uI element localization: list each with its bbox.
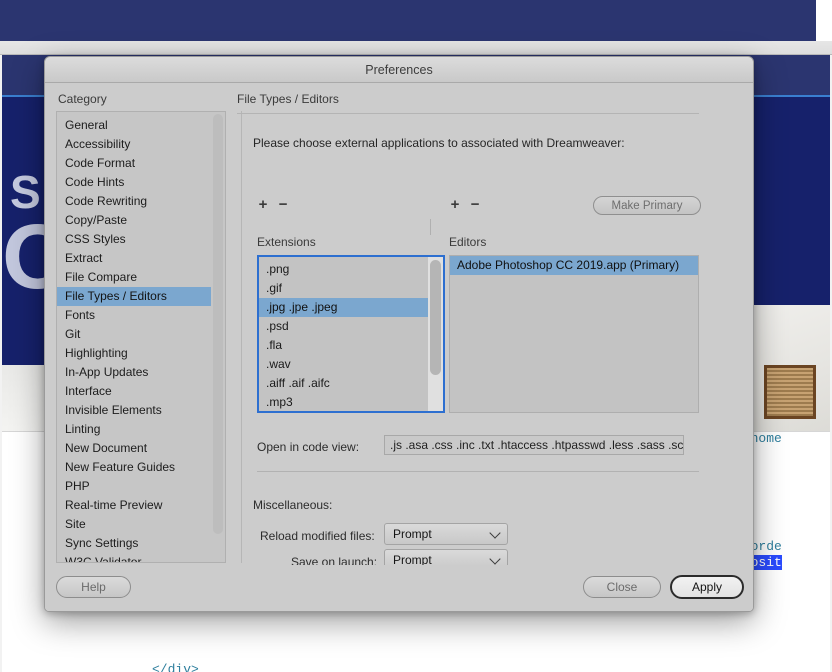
app-top-bar <box>0 0 832 41</box>
instruction-text: Please choose external applications to a… <box>253 136 625 150</box>
columns-separator <box>430 219 431 235</box>
sidebar-item-fonts[interactable]: Fonts <box>57 306 211 325</box>
add-editor-icon[interactable]: + <box>447 196 463 213</box>
list-item-extension-png[interactable]: .png <box>259 260 428 279</box>
list-item-extension-psd[interactable]: .psd <box>259 317 428 336</box>
add-extension-icon[interactable]: + <box>255 196 271 213</box>
remove-extension-icon[interactable]: − <box>275 196 291 213</box>
list-item-extension-wav[interactable]: .wav <box>259 355 428 374</box>
list-item-extension-jpg[interactable]: .jpg .jpe .jpeg <box>259 298 428 317</box>
make-primary-button[interactable]: Make Primary <box>593 196 701 215</box>
remove-editor-icon[interactable]: − <box>467 196 483 213</box>
extensions-column-header: Extensions <box>257 235 316 249</box>
sidebar-item-new-feature-guides[interactable]: New Feature Guides <box>57 458 211 477</box>
code-line-close-div-1: </div> <box>152 662 199 672</box>
category-label: Category <box>58 92 107 106</box>
page-title: File Types / Editors <box>237 92 339 106</box>
extensions-listbox[interactable]: .png .gif .jpg .jpe .jpeg .psd .fla .wav… <box>257 255 445 413</box>
reload-modified-files-label: Reload modified files: <box>260 529 375 543</box>
open-in-code-view-input[interactable]: .js .asa .css .inc .txt .htaccess .htpas… <box>384 435 684 455</box>
miscellaneous-label: Miscellaneous: <box>253 498 333 512</box>
help-button[interactable]: Help <box>56 576 131 598</box>
dialog-title: Preferences <box>365 62 433 77</box>
chevron-down-icon <box>489 527 501 539</box>
category-listbox[interactable]: General Accessibility Code Format Code H… <box>56 111 226 563</box>
list-item-extension-fla[interactable]: .fla <box>259 336 428 355</box>
sidebar-item-general[interactable]: General <box>57 116 211 135</box>
sidebar-item-extract[interactable]: Extract <box>57 249 211 268</box>
panel-heading-rule <box>237 113 699 114</box>
sidebar-item-interface[interactable]: Interface <box>57 382 211 401</box>
list-item-extension-aiff[interactable]: .aiff .aif .aifc <box>259 374 428 393</box>
chevron-down-icon <box>489 553 501 565</box>
panel-vertical-divider <box>241 111 242 563</box>
close-button[interactable]: Close <box>583 576 661 598</box>
sidebar-item-git[interactable]: Git <box>57 325 211 344</box>
sidebar-item-php[interactable]: PHP <box>57 477 211 496</box>
sidebar-item-invisible-elements[interactable]: Invisible Elements <box>57 401 211 420</box>
editors-listbox[interactable]: Adobe Photoshop CC 2019.app (Primary) <box>449 255 699 413</box>
browse-button[interactable]: Browse... <box>604 611 684 612</box>
list-item-editor-photoshop[interactable]: Adobe Photoshop CC 2019.app (Primary) <box>450 256 698 275</box>
dialog-body: Category General Accessibility Code Form… <box>45 83 753 611</box>
extensions-scrollbar[interactable] <box>428 257 443 411</box>
sidebar-item-in-app-updates[interactable]: In-App Updates <box>57 363 211 382</box>
sidebar-item-file-compare[interactable]: File Compare <box>57 268 211 287</box>
extensions-list[interactable]: .png .gif .jpg .jpe .jpeg .psd .fla .wav… <box>259 257 428 411</box>
category-scrollbar-thumb[interactable] <box>213 114 223 534</box>
sidebar-item-sync-settings[interactable]: Sync Settings <box>57 534 211 553</box>
sidebar-item-new-document[interactable]: New Document <box>57 439 211 458</box>
app-top-bar-notch <box>816 0 832 41</box>
preview-window-shutter <box>764 365 816 419</box>
sidebar-item-copy-paste[interactable]: Copy/Paste <box>57 211 211 230</box>
open-in-code-view-label: Open in code view: <box>257 440 360 454</box>
sidebar-item-linting[interactable]: Linting <box>57 420 211 439</box>
reload-modified-files-value: Prompt <box>393 527 432 541</box>
sidebar-item-site[interactable]: Site <box>57 515 211 534</box>
preferences-dialog: Preferences Category General Accessibili… <box>44 56 754 612</box>
extensions-toolbar: + − <box>255 196 291 213</box>
category-list[interactable]: General Accessibility Code Format Code H… <box>57 112 211 562</box>
sidebar-item-css-styles[interactable]: CSS Styles <box>57 230 211 249</box>
section-divider <box>257 471 699 472</box>
dialog-titlebar[interactable]: Preferences <box>45 57 753 83</box>
sidebar-item-code-hints[interactable]: Code Hints <box>57 173 211 192</box>
apply-button[interactable]: Apply <box>670 575 744 599</box>
dialog-footer: Help Close Apply <box>45 565 753 611</box>
sidebar-item-code-rewriting[interactable]: Code Rewriting <box>57 192 211 211</box>
sidebar-item-highlighting[interactable]: Highlighting <box>57 344 211 363</box>
app-toolbar <box>0 41 832 55</box>
category-scrollbar[interactable] <box>211 112 225 562</box>
sidebar-item-code-format[interactable]: Code Format <box>57 154 211 173</box>
editors-column-header: Editors <box>449 235 487 249</box>
extensions-scrollbar-thumb[interactable] <box>430 260 441 375</box>
list-item-extension-gif[interactable]: .gif <box>259 279 428 298</box>
sidebar-item-w3c-validator[interactable]: W3C Validator <box>57 553 211 562</box>
editors-toolbar: + − <box>447 196 483 213</box>
list-item-extension-mp3[interactable]: .mp3 <box>259 393 428 411</box>
sidebar-item-real-time-preview[interactable]: Real-time Preview <box>57 496 211 515</box>
reload-modified-files-select[interactable]: Prompt <box>384 523 508 545</box>
sidebar-item-accessibility[interactable]: Accessibility <box>57 135 211 154</box>
sidebar-item-file-types-editors[interactable]: File Types / Editors <box>57 287 211 306</box>
